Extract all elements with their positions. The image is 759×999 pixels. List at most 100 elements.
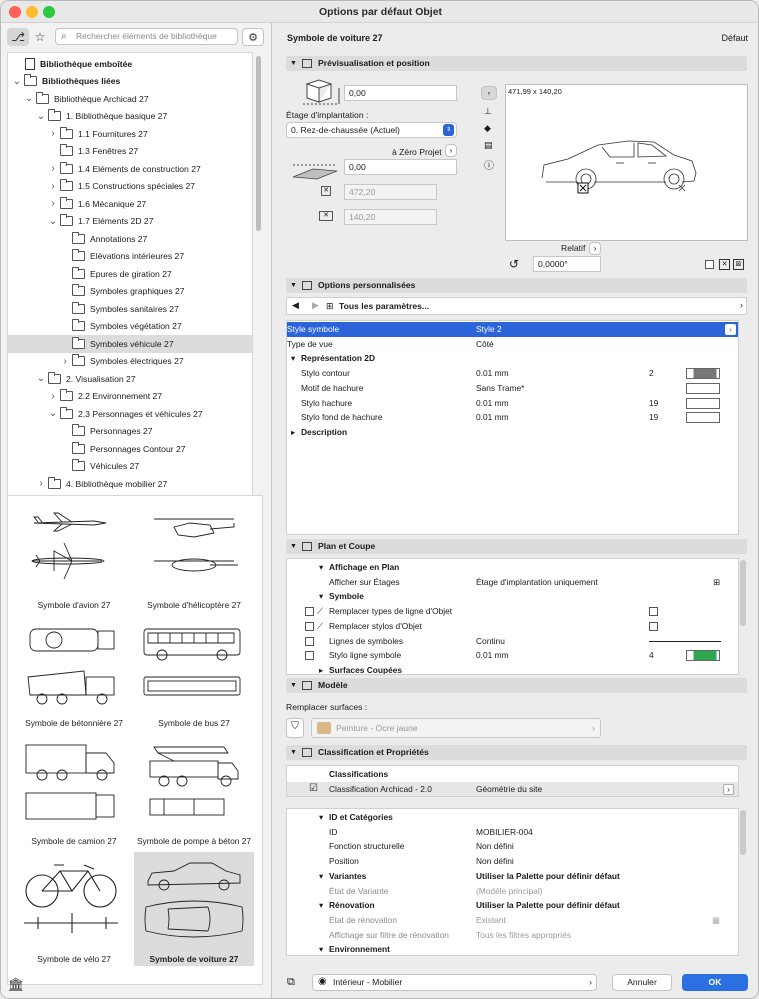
tree-item[interactable]: ⌄ Bibliothèques liées bbox=[8, 73, 252, 91]
tree-disclosure-icon[interactable]: › bbox=[60, 356, 70, 367]
parameter-row[interactable]: ID MOBILIER-004 bbox=[287, 825, 738, 840]
tree-item[interactable]: Symboles graphiques 27 bbox=[8, 283, 252, 301]
group-disclosure-icon[interactable]: ▾ bbox=[319, 560, 323, 575]
section-classification-header[interactable]: ▼ Classification et Propriétés bbox=[286, 745, 747, 760]
preview-plan-button[interactable]: ▫ bbox=[481, 86, 497, 100]
tree-disclosure-icon[interactable]: ⌄ bbox=[24, 93, 34, 104]
library-settings-button[interactable]: ⚙ bbox=[242, 28, 264, 46]
parameter-value[interactable]: MOBILIER-004 bbox=[476, 825, 533, 840]
symbol-line-checkbox[interactable] bbox=[305, 636, 314, 646]
properties-scrollbar[interactable] bbox=[740, 810, 746, 855]
group-row[interactable]: ▾ Représentation 2D bbox=[287, 351, 738, 366]
elevation-input[interactable]: 0,00 bbox=[344, 85, 457, 101]
classification-value[interactable]: Géométrie du site bbox=[476, 782, 542, 796]
parameter-value[interactable]: 0.01 mm bbox=[476, 366, 509, 381]
parameter-row[interactable]: État de rénovation Existant ▦ bbox=[287, 913, 738, 928]
group-disclosure-icon[interactable]: ▾ bbox=[319, 898, 323, 913]
tree-item[interactable]: › 1.5 Constructions spéciales 27 bbox=[8, 178, 252, 196]
tree-disclosure-icon[interactable]: › bbox=[48, 163, 58, 174]
parameter-row[interactable]: Stylo ligne symbole 0.01 mm 4 bbox=[287, 648, 738, 663]
parameter-value[interactable]: 0.01 mm bbox=[476, 410, 509, 425]
zoom-window-button[interactable] bbox=[43, 6, 55, 18]
gallery-item[interactable]: Symbole de camion 27 bbox=[14, 734, 134, 848]
tree-disclosure-icon[interactable]: ⌄ bbox=[48, 216, 58, 227]
preview-info-button[interactable]: ⓘ bbox=[484, 157, 494, 172]
parameter-value[interactable]: Tous les filtres appropriés bbox=[476, 928, 571, 943]
library-gallery[interactable]: Symbole d'avion 27 Symbole d'hélicoptère … bbox=[7, 495, 263, 985]
tree-item[interactable]: ⌄ 1.7 Eléments 2D 27 bbox=[8, 213, 252, 231]
section-custom-header[interactable]: ▼ Options personnalisées bbox=[286, 278, 747, 293]
tree-item[interactable]: › 1.6 Mécanique 27 bbox=[8, 195, 252, 213]
tree-disclosure-icon[interactable]: › bbox=[48, 181, 58, 192]
library-manager-button[interactable]: 🏛 bbox=[7, 976, 25, 994]
tree-item[interactable]: Annotations 27 bbox=[8, 230, 252, 248]
paint-override-button[interactable]: ⛉ bbox=[286, 718, 304, 738]
tree-item[interactable]: Personnages Contour 27 bbox=[8, 440, 252, 458]
tree-item[interactable]: Symboles sanitaires 27 bbox=[8, 300, 252, 318]
gallery-item[interactable]: Symbole de bétonnière 27 bbox=[14, 616, 134, 730]
layer-select[interactable]: ◉ Intérieur - Mobilier › bbox=[312, 974, 597, 991]
tree-item[interactable]: Elévations intérieures 27 bbox=[8, 248, 252, 266]
parameter-value[interactable]: Non défini bbox=[476, 854, 514, 869]
parameter-row[interactable]: Stylo fond de hachure 0.01 mm 19 bbox=[287, 410, 738, 425]
tree-item[interactable]: › 2.2 Environnement 27 bbox=[8, 388, 252, 406]
classification-table[interactable]: Classifications ☑ Classification Archica… bbox=[286, 765, 739, 797]
tree-item[interactable]: ⌄ 1. Bibliothèque basique 27 bbox=[8, 108, 252, 126]
tree-disclosure-icon[interactable]: › bbox=[48, 198, 58, 209]
gallery-item[interactable]: Symbole d'avion 27 bbox=[14, 498, 134, 612]
checkmark-icon[interactable]: ☑ bbox=[309, 784, 318, 794]
ok-button[interactable]: OK bbox=[682, 974, 748, 991]
gallery-item[interactable]: Symbole d'hélicoptère 27 bbox=[134, 498, 254, 612]
group-row[interactable]: ▾ Rénovation Utiliser la Palette pour défi… bbox=[287, 898, 738, 913]
preview-elevation-button[interactable]: ▤ bbox=[484, 140, 493, 151]
parameter-row[interactable]: État de Variante (Modèle principal) bbox=[287, 884, 738, 899]
gallery-item[interactable]: Symbole de voiture 27 bbox=[134, 852, 254, 966]
parameter-row[interactable]: Type de vue Côté bbox=[287, 337, 738, 352]
parameter-value[interactable]: Sans Trame* bbox=[476, 381, 524, 396]
tree-item[interactable]: ⌄ Bibliothèque Archicad 27 bbox=[8, 90, 252, 108]
tree-disclosure-icon[interactable]: ⌄ bbox=[12, 76, 22, 87]
parameter-row[interactable]: ⟋ Remplacer stylos d'Objet bbox=[287, 619, 738, 634]
pen-swatch[interactable] bbox=[686, 650, 720, 662]
pen-swatch[interactable] bbox=[686, 368, 720, 380]
parameter-value[interactable]: Non défini bbox=[476, 839, 514, 854]
tree-scrollbar[interactable] bbox=[254, 52, 263, 509]
tree-item[interactable]: › 1.4 Eléments de construction 27 bbox=[8, 160, 252, 178]
section-model-header[interactable]: ▼ Modèle bbox=[286, 678, 747, 693]
group-row[interactable]: ▾ Variantes Utiliser la Palette pour défin… bbox=[287, 869, 738, 884]
tree-disclosure-icon[interactable]: ⌄ bbox=[48, 408, 58, 419]
chevron-right-icon[interactable]: › bbox=[723, 784, 734, 795]
tree-item[interactable]: ⌄ 2. Visualisation 27 bbox=[8, 370, 252, 388]
parameter-row[interactable]: Stylo hachure 0.01 mm 19 bbox=[287, 396, 738, 411]
section-preview-header[interactable]: ▼ Prévisualisation et position bbox=[286, 56, 747, 71]
angle-input[interactable]: 0,0000° bbox=[533, 256, 601, 272]
cancel-button[interactable]: Annuler bbox=[612, 974, 672, 991]
group-disclosure-icon[interactable]: ▸ bbox=[291, 425, 295, 440]
mirror-checkbox[interactable] bbox=[705, 260, 714, 269]
surface-select[interactable]: Peinture - Ocre jaune › bbox=[311, 718, 601, 738]
tree-item[interactable]: › 4. Bibliothèque mobilier 27 bbox=[8, 475, 252, 493]
parameter-row[interactable]: Fonction structurelle Non défini bbox=[287, 839, 738, 854]
pen-swatch[interactable] bbox=[686, 397, 720, 409]
relative-menu-button[interactable]: › bbox=[589, 242, 601, 255]
parameter-value[interactable]: Existant bbox=[476, 913, 506, 928]
parameter-value[interactable]: Utiliser la Palette pour définir défaut bbox=[476, 898, 620, 913]
tree-item[interactable]: Symboles véhicule 27 bbox=[8, 335, 252, 353]
mirror-y-icon[interactable]: ⊠ bbox=[733, 259, 744, 270]
parameter-value[interactable]: Style 2 bbox=[476, 322, 502, 337]
tree-item[interactable]: Bibliothèque emboîtée bbox=[8, 55, 252, 73]
value-checkbox[interactable] bbox=[649, 607, 658, 617]
value-checkbox[interactable] bbox=[649, 621, 658, 631]
gallery-item[interactable]: Symbole de bus 27 bbox=[134, 616, 254, 730]
plan-parameters-table[interactable]: ▾ Affichage en Plan Afficher sur Étages Éta… bbox=[286, 558, 739, 675]
section-plan-header[interactable]: ▼ Plan et Coupe bbox=[286, 539, 747, 554]
classification-row[interactable]: ☑ Classification Archicad - 2.0 Géométri… bbox=[287, 782, 738, 796]
parameter-value[interactable]: (Modèle principal) bbox=[476, 884, 543, 899]
library-search-input[interactable]: ⌕ Rechercher éléments de bibliothèque bbox=[55, 28, 238, 45]
gallery-item[interactable]: Symbole de pompe à béton 27 bbox=[134, 734, 254, 848]
tree-item[interactable]: Personnages 27 bbox=[8, 423, 252, 441]
library-tree[interactable]: Bibliothèque emboîtée ⌄ Bibliothèques liée… bbox=[7, 52, 253, 509]
tree-disclosure-icon[interactable]: › bbox=[48, 128, 58, 139]
parameter-value[interactable]: Côté bbox=[476, 337, 494, 352]
mirror-x-icon[interactable]: ✕ bbox=[719, 259, 730, 270]
